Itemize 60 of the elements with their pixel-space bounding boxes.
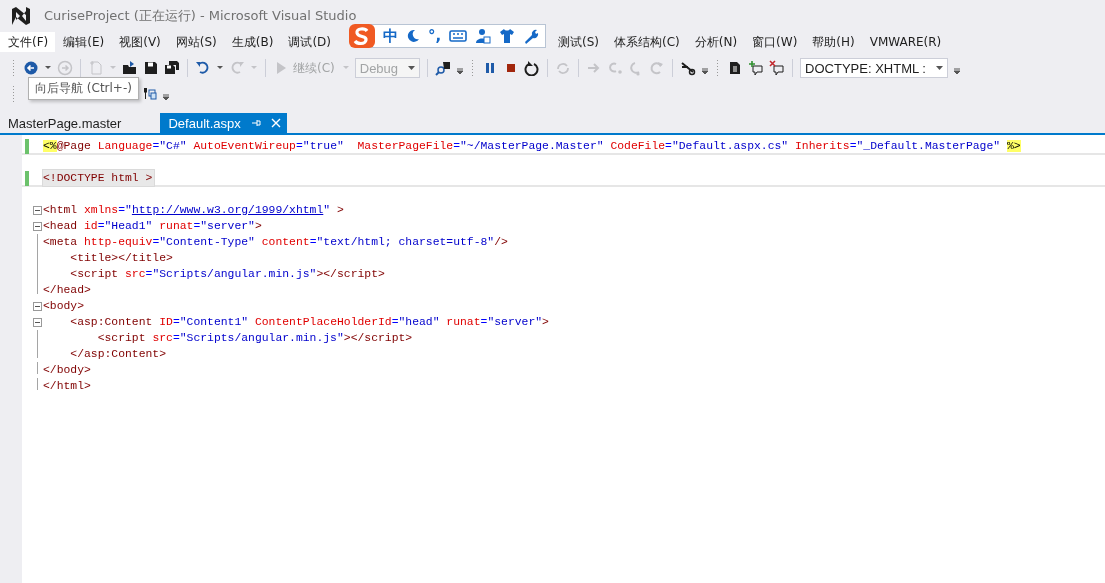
document-tab[interactable]: MasterPage.master bbox=[0, 113, 130, 133]
breakpoints-icon[interactable] bbox=[680, 60, 697, 76]
collapse-icon[interactable] bbox=[33, 221, 42, 231]
menu-item[interactable]: 窗口(W) bbox=[744, 32, 805, 52]
user-icon[interactable] bbox=[475, 28, 492, 44]
keyboard-icon[interactable] bbox=[449, 29, 468, 43]
code-line: <script src="Scripts/angular.min.js"></script> bbox=[96, 331, 414, 346]
code-line: <head id="Head1" runat="server"> bbox=[43, 219, 263, 234]
code-line: </asp:Content> bbox=[69, 347, 168, 362]
close-icon[interactable] bbox=[270, 118, 281, 128]
document-tab[interactable]: Default.aspx bbox=[160, 113, 287, 133]
find-icon[interactable] bbox=[435, 60, 452, 76]
folder-icon[interactable] bbox=[122, 60, 138, 76]
shirt-icon[interactable] bbox=[499, 28, 516, 44]
toolbar-grip[interactable] bbox=[12, 85, 16, 103]
input-method-logo-icon[interactable] bbox=[348, 23, 376, 49]
undo-icon[interactable] bbox=[195, 60, 211, 76]
code-line: <html xmlns="http://www.w3.org/1999/xhtml" > bbox=[43, 203, 345, 218]
menu-item[interactable]: 网站(S) bbox=[167, 32, 224, 52]
tools-icon[interactable] bbox=[141, 86, 157, 102]
code-line: </head> bbox=[43, 283, 92, 298]
wrench-icon[interactable] bbox=[523, 28, 540, 44]
link[interactable]: http://www.w3.org/1999/xhtml bbox=[131, 204, 324, 216]
menu-item[interactable]: 测试(S) bbox=[550, 32, 606, 52]
collapse-icon[interactable] bbox=[33, 205, 42, 215]
menu-item[interactable]: 体系结构(C) bbox=[606, 32, 687, 52]
code-line: </html> bbox=[43, 379, 92, 394]
restart-icon[interactable] bbox=[524, 60, 541, 76]
save-icon[interactable] bbox=[143, 60, 159, 76]
menu-item[interactable]: 帮助(H) bbox=[804, 32, 862, 52]
code-line: </body> bbox=[43, 363, 92, 378]
toolbar-grip[interactable] bbox=[12, 59, 16, 77]
menu-item[interactable]: 文件(F) bbox=[0, 32, 56, 52]
menu-item[interactable]: 生成(B) bbox=[223, 32, 281, 52]
caret-icon[interactable] bbox=[935, 66, 943, 70]
code-line: <script src="Scripts/angular.min.js"></script> bbox=[69, 267, 386, 282]
collapse-icon[interactable] bbox=[33, 301, 42, 311]
play-icon bbox=[275, 61, 287, 75]
menu-item[interactable]: 分析(N) bbox=[686, 32, 745, 52]
code-line: <title></title> bbox=[69, 251, 174, 266]
collapse-icon[interactable] bbox=[33, 317, 42, 327]
menu-item[interactable]: 视图(V) bbox=[111, 32, 168, 52]
menu-item[interactable]: VMWARE(R) bbox=[861, 32, 949, 52]
code-line: <meta http-equiv="Content-Type" content="text/html; charset=utf-8"/> bbox=[43, 235, 509, 250]
input-mode-toggle[interactable]: 中 bbox=[383, 26, 398, 46]
save-all-icon[interactable] bbox=[164, 60, 180, 76]
menu-item[interactable]: 调试(D) bbox=[280, 32, 338, 52]
dropdown-field[interactable]: DOCTYPE: XHTML : bbox=[800, 58, 948, 78]
window-title: CuriseProject (正在运行) - Microsoft Visual Studio bbox=[44, 7, 357, 25]
code-line: <asp:Content ID="Content1" ContentPlaceHolderId="head" runat="server"> bbox=[69, 315, 550, 330]
moon-icon[interactable] bbox=[406, 29, 420, 43]
tooltip-text: 向后导航 (Ctrl+-) bbox=[35, 81, 132, 95]
pin-icon[interactable] bbox=[250, 118, 261, 128]
remove-comment-icon[interactable] bbox=[769, 60, 786, 76]
punctuation-toggle[interactable]: °, bbox=[428, 27, 442, 45]
visual-studio-logo-icon bbox=[10, 5, 32, 27]
add-comment-icon[interactable] bbox=[748, 60, 765, 76]
back-icon[interactable] bbox=[23, 60, 39, 76]
menu-item[interactable]: 编辑(E) bbox=[55, 32, 112, 52]
code-line: <body> bbox=[43, 299, 85, 314]
